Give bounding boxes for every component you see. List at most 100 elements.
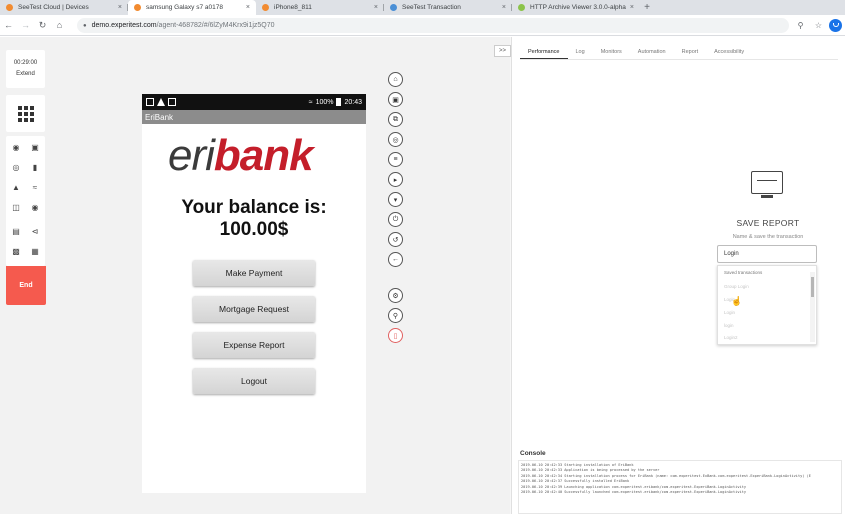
gear-icon[interactable]: ⚙ (388, 288, 403, 303)
home-icon[interactable]: ⌂ (388, 72, 403, 87)
warning-icon[interactable]: ▲ (9, 180, 23, 194)
mortgage-request-button[interactable]: Mortgage Request (193, 296, 315, 322)
tab-title: iPhone8_811 (274, 4, 312, 11)
power-icon[interactable]: ⏻ (388, 212, 403, 227)
browser-tab[interactable]: SeeTest Transaction × (384, 0, 512, 15)
tab-performance[interactable]: Performance (520, 45, 568, 59)
forward-arrow-icon[interactable]: → (17, 17, 34, 34)
panel-tabs: Performance Log Monitors Automation Repo… (520, 45, 752, 59)
fingerprint-icon[interactable]: ◎ (9, 160, 23, 174)
device-toolbox: ◉ ▣ ◎ ▮ ▲ ≈ ◫ ◉ ▤ ⊲ ▩ ▦ (6, 136, 45, 266)
install-icon[interactable]: ▩ (9, 244, 23, 258)
tab-favicon-icon (6, 4, 13, 11)
transaction-name-input[interactable]: Login (717, 245, 817, 263)
mouse-cursor-icon: ☝ (731, 296, 743, 306)
volume-up-icon[interactable]: ▸ (388, 172, 403, 187)
transaction-panel: Performance Log Monitors Automation Repo… (511, 37, 845, 514)
zoom-search-icon[interactable]: ⚲ (793, 18, 808, 33)
sync-icon (168, 98, 176, 106)
tab-close-icon[interactable]: × (374, 4, 378, 11)
battery-level: 100% (315, 98, 334, 106)
tab-favicon-icon (390, 4, 397, 11)
dropdown-item[interactable]: login (724, 323, 734, 328)
menu-icon[interactable]: ≡ (388, 152, 403, 167)
tab-automation[interactable]: Automation (630, 45, 674, 59)
browser-tabstrip: SeeTest Cloud | Devices × samsung Galaxy… (0, 0, 845, 15)
dropdown-item[interactable]: Login2 (724, 335, 738, 340)
browser-tab-active[interactable]: samsung Galaxy s7 a0178 × (128, 0, 256, 15)
globe-icon[interactable]: ◉ (28, 200, 42, 214)
logout-button[interactable]: Logout (193, 368, 315, 394)
session-timer[interactable]: 00:29:00 Extend (6, 50, 45, 88)
timer-value: 00:29:00 (13, 60, 38, 66)
tab-title: HTTP Archive Viewer 3.0.0-alpha (530, 4, 626, 11)
reload-icon[interactable]: ↻ (34, 17, 51, 34)
lock-icon: ● (83, 22, 87, 29)
tab-report[interactable]: Report (674, 45, 707, 59)
zoom-icon[interactable]: ⚲ (388, 308, 403, 323)
make-payment-button[interactable]: Make Payment (193, 260, 315, 286)
tab-favicon-icon (518, 4, 525, 11)
phone-clock: 20:43 (344, 98, 362, 106)
device-screen[interactable]: ≈ 100% 20:43 EriBank eribank Your balanc… (142, 94, 366, 493)
recent-apps-icon[interactable]: ↺ (388, 232, 403, 247)
tab-accessibility[interactable]: Accessibility (706, 45, 752, 59)
tab-title: samsung Galaxy s7 a0178 (146, 4, 223, 11)
collapse-panel-button[interactable]: >> (494, 45, 511, 57)
tab-log[interactable]: Log (568, 45, 593, 59)
end-session-button[interactable]: End (6, 266, 46, 305)
back-icon[interactable]: ← (388, 252, 403, 267)
url-field[interactable]: ● demo.experitest.com /agent-468782/#/6l… (77, 18, 789, 33)
image-icon[interactable]: ▦ (28, 244, 42, 258)
home-browser-icon[interactable]: ⌂ (51, 17, 68, 34)
console-section: Console 2019-06-10 20:42:33 Starting ins… (512, 446, 845, 514)
expense-report-button[interactable]: Expense Report (193, 332, 315, 358)
apps-grid-button[interactable] (6, 95, 45, 132)
dropdown-scrollbar[interactable] (810, 272, 815, 342)
browser-tab[interactable]: SeeTest Cloud | Devices × (0, 0, 128, 15)
phone-icon[interactable]: ▯ (388, 328, 403, 343)
balance-amount: 100.00$ (219, 219, 289, 240)
phone-status-bar: ≈ 100% 20:43 (142, 94, 366, 110)
browser-tab[interactable]: iPhone8_811 × (256, 0, 384, 15)
dropdown-header: Saved transactions (724, 270, 763, 275)
battery-status-icon (336, 98, 342, 106)
monitor-report-icon (751, 171, 783, 199)
console-log[interactable]: 2019-06-10 20:42:33 Starting installatio… (518, 460, 842, 514)
eribank-logo: eribank (168, 131, 314, 180)
tab-close-icon[interactable]: × (502, 4, 506, 11)
tab-favicon-icon (262, 4, 269, 11)
bookmark-star-icon[interactable]: ☆ (811, 18, 826, 33)
battery-icon[interactable]: ▮ (28, 160, 42, 174)
extend-label: Extend (16, 71, 35, 77)
tab-close-icon[interactable]: × (246, 4, 250, 11)
location-icon[interactable]: ◉ (9, 140, 23, 154)
signal-icon: ≈ (308, 98, 313, 106)
dropdown-item[interactable]: Login (724, 310, 735, 315)
tab-close-icon[interactable]: × (118, 4, 122, 11)
clipboard-icon[interactable]: ▤ (9, 224, 23, 238)
app-area: 00:29:00 Extend ◉ ▣ ◎ ▮ ▲ ≈ ◫ ◉ ▤ ⊲ ▩ ▦ … (0, 37, 845, 514)
settings-wheel-icon[interactable]: ◎ (388, 132, 403, 147)
profile-avatar-icon[interactable] (829, 19, 842, 32)
new-tab-button[interactable]: + (640, 0, 654, 15)
dropdown-item[interactable]: Group Login (724, 284, 749, 289)
back-arrow-icon[interactable]: ← (0, 17, 17, 34)
balance-text: Your balance is: 100.00$ (142, 197, 366, 241)
url-domain: demo.experitest.com (91, 22, 157, 29)
wifi-icon[interactable]: ≈ (28, 180, 42, 194)
copy-icon[interactable]: ⧉ (388, 112, 403, 127)
browser-tab[interactable]: HTTP Archive Viewer 3.0.0-alpha × (512, 0, 640, 15)
tab-title: SeeTest Cloud | Devices (18, 4, 89, 11)
share-icon[interactable]: ⊲ (28, 224, 42, 238)
volume-down-icon[interactable]: ▾ (388, 192, 403, 207)
grid-icon (17, 105, 34, 122)
rotate-icon[interactable]: ◫ (9, 200, 23, 214)
tab-monitors[interactable]: Monitors (593, 45, 630, 59)
tab-favicon-icon (134, 4, 141, 11)
tab-close-icon[interactable]: × (630, 4, 634, 11)
camera-icon[interactable]: ▣ (28, 140, 42, 154)
app-title-bar: EriBank (142, 110, 366, 124)
lock-icon[interactable]: ▣ (388, 92, 403, 107)
balance-label: Your balance is: (181, 197, 327, 218)
